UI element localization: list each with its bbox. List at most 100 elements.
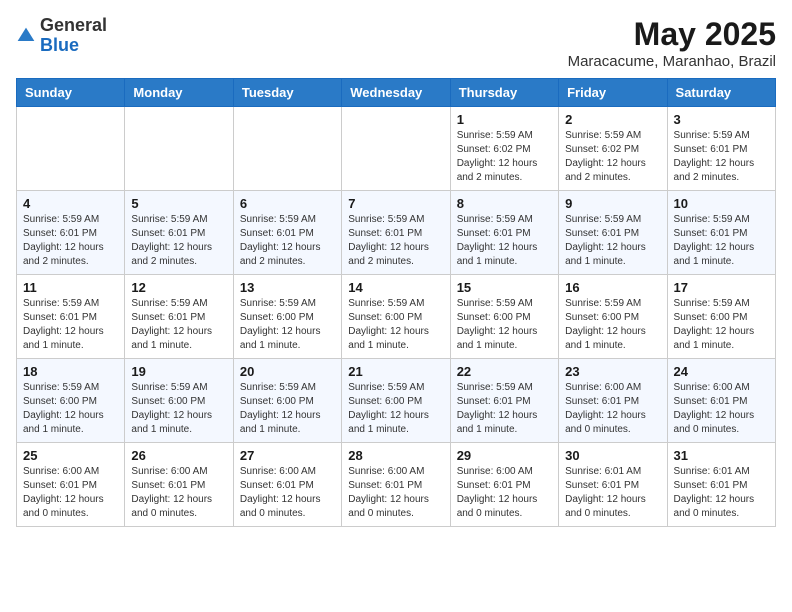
day-info: Sunrise: 5:59 AM Sunset: 6:01 PM Dayligh… — [240, 213, 335, 269]
weekday-header-saturday: Saturday — [667, 79, 775, 107]
day-info: Sunrise: 6:00 AM Sunset: 6:01 PM Dayligh… — [457, 465, 552, 521]
weekday-header-thursday: Thursday — [450, 79, 558, 107]
calendar-cell: 20 Sunrise: 5:59 AM Sunset: 6:00 PM Dayli… — [233, 359, 341, 443]
calendar-cell: 6 Sunrise: 5:59 AM Sunset: 6:01 PM Daylig… — [233, 191, 341, 275]
day-number: 29 — [457, 448, 552, 463]
day-number: 28 — [348, 448, 443, 463]
calendar-cell: 3Sunrise: 5:59 AM Sunset: 6:01 PM Daylig… — [667, 107, 775, 191]
calendar-table: SundayMondayTuesdayWednesdayThursdayFrid… — [16, 78, 776, 527]
calendar-cell: 25Sunrise: 6:00 AM Sunset: 6:01 PM Dayli… — [17, 443, 125, 527]
day-number: 11 — [23, 280, 118, 295]
calendar-cell: 2 Sunrise: 5:59 AM Sunset: 6:02 PM Daylig… — [559, 107, 667, 191]
calendar-cell — [342, 107, 450, 191]
week-row-5: 25Sunrise: 6:00 AM Sunset: 6:01 PM Dayli… — [17, 443, 776, 527]
day-info: Sunrise: 5:59 AM Sunset: 6:01 PM Dayligh… — [348, 213, 443, 269]
day-info: Sunrise: 5:59 AM Sunset: 6:00 PM Dayligh… — [131, 381, 226, 437]
day-number: 9 — [565, 196, 660, 211]
calendar-cell: 24Sunrise: 6:00 AM Sunset: 6:01 PM Dayli… — [667, 359, 775, 443]
calendar-cell: 22 Sunrise: 5:59 AM Sunset: 6:01 PM Dayli… — [450, 359, 558, 443]
calendar-cell: 9 Sunrise: 5:59 AM Sunset: 6:01 PM Daylig… — [559, 191, 667, 275]
calendar-cell: 1Sunrise: 5:59 AM Sunset: 6:02 PM Daylig… — [450, 107, 558, 191]
logo-general: General — [40, 15, 107, 35]
day-info: Sunrise: 6:00 AM Sunset: 6:01 PM Dayligh… — [23, 465, 118, 521]
day-number: 10 — [674, 196, 769, 211]
week-row-3: 11 Sunrise: 5:59 AM Sunset: 6:01 PM Dayli… — [17, 275, 776, 359]
day-number: 22 — [457, 364, 552, 379]
day-number: 21 — [348, 364, 443, 379]
calendar-cell: 14 Sunrise: 5:59 AM Sunset: 6:00 PM Dayli… — [342, 275, 450, 359]
day-info: Sunrise: 5:59 AM Sunset: 6:01 PM Dayligh… — [565, 213, 660, 269]
logo: General Blue — [16, 16, 107, 56]
title-block: May 2025 Maracacume, Maranhao, Brazil — [568, 16, 776, 70]
calendar-cell: 10 Sunrise: 5:59 AM Sunset: 6:01 PM Dayli… — [667, 191, 775, 275]
location: Maracacume, Maranhao, Brazil — [568, 53, 776, 70]
day-info: Sunrise: 5:59 AM Sunset: 6:01 PM Dayligh… — [23, 297, 118, 353]
calendar-cell: 19Sunrise: 5:59 AM Sunset: 6:00 PM Dayli… — [125, 359, 233, 443]
day-info: Sunrise: 5:59 AM Sunset: 6:00 PM Dayligh… — [23, 381, 118, 437]
calendar-cell: 27 Sunrise: 6:00 AM Sunset: 6:01 PM Dayli… — [233, 443, 341, 527]
logo-text: General Blue — [40, 16, 107, 56]
day-info: Sunrise: 5:59 AM Sunset: 6:01 PM Dayligh… — [674, 213, 769, 269]
day-number: 14 — [348, 280, 443, 295]
calendar-cell: 12Sunrise: 5:59 AM Sunset: 6:01 PM Dayli… — [125, 275, 233, 359]
weekday-header-tuesday: Tuesday — [233, 79, 341, 107]
day-info: Sunrise: 5:59 AM Sunset: 6:01 PM Dayligh… — [131, 213, 226, 269]
page-header: General Blue May 2025 Maracacume, Maranh… — [16, 16, 776, 70]
day-number: 20 — [240, 364, 335, 379]
calendar-cell: 16Sunrise: 5:59 AM Sunset: 6:00 PM Dayli… — [559, 275, 667, 359]
calendar-cell: 29 Sunrise: 6:00 AM Sunset: 6:01 PM Dayli… — [450, 443, 558, 527]
day-number: 13 — [240, 280, 335, 295]
day-number: 6 — [240, 196, 335, 211]
day-number: 18 — [23, 364, 118, 379]
calendar-cell: 7 Sunrise: 5:59 AM Sunset: 6:01 PM Daylig… — [342, 191, 450, 275]
day-number: 27 — [240, 448, 335, 463]
calendar-cell: 13 Sunrise: 5:59 AM Sunset: 6:00 PM Dayli… — [233, 275, 341, 359]
calendar-cell: 28Sunrise: 6:00 AM Sunset: 6:01 PM Dayli… — [342, 443, 450, 527]
calendar-cell: 8Sunrise: 5:59 AM Sunset: 6:01 PM Daylig… — [450, 191, 558, 275]
day-info: Sunrise: 5:59 AM Sunset: 6:01 PM Dayligh… — [457, 381, 552, 437]
calendar-cell: 15 Sunrise: 5:59 AM Sunset: 6:00 PM Dayli… — [450, 275, 558, 359]
calendar-cell: 30 Sunrise: 6:01 AM Sunset: 6:01 PM Dayli… — [559, 443, 667, 527]
calendar-cell: 17 Sunrise: 5:59 AM Sunset: 6:00 PM Dayli… — [667, 275, 775, 359]
calendar-cell: 11 Sunrise: 5:59 AM Sunset: 6:01 PM Dayli… — [17, 275, 125, 359]
calendar-cell — [125, 107, 233, 191]
day-number: 7 — [348, 196, 443, 211]
day-info: Sunrise: 5:59 AM Sunset: 6:00 PM Dayligh… — [674, 297, 769, 353]
day-info: Sunrise: 5:59 AM Sunset: 6:01 PM Dayligh… — [23, 213, 118, 269]
weekday-header-sunday: Sunday — [17, 79, 125, 107]
calendar-cell: 31 Sunrise: 6:01 AM Sunset: 6:01 PM Dayli… — [667, 443, 775, 527]
logo-icon — [16, 26, 36, 46]
day-number: 30 — [565, 448, 660, 463]
day-number: 1 — [457, 112, 552, 127]
day-info: Sunrise: 6:00 AM Sunset: 6:01 PM Dayligh… — [565, 381, 660, 437]
weekday-header-row: SundayMondayTuesdayWednesdayThursdayFrid… — [17, 79, 776, 107]
calendar-cell: 21Sunrise: 5:59 AM Sunset: 6:00 PM Dayli… — [342, 359, 450, 443]
day-info: Sunrise: 6:01 AM Sunset: 6:01 PM Dayligh… — [674, 465, 769, 521]
day-info: Sunrise: 5:59 AM Sunset: 6:00 PM Dayligh… — [457, 297, 552, 353]
day-info: Sunrise: 5:59 AM Sunset: 6:02 PM Dayligh… — [565, 129, 660, 185]
week-row-2: 4Sunrise: 5:59 AM Sunset: 6:01 PM Daylig… — [17, 191, 776, 275]
calendar-cell: 5 Sunrise: 5:59 AM Sunset: 6:01 PM Daylig… — [125, 191, 233, 275]
calendar-cell: 26Sunrise: 6:00 AM Sunset: 6:01 PM Dayli… — [125, 443, 233, 527]
calendar-cell: 23Sunrise: 6:00 AM Sunset: 6:01 PM Dayli… — [559, 359, 667, 443]
calendar-cell: 18 Sunrise: 5:59 AM Sunset: 6:00 PM Dayli… — [17, 359, 125, 443]
week-row-4: 18 Sunrise: 5:59 AM Sunset: 6:00 PM Dayli… — [17, 359, 776, 443]
day-info: Sunrise: 5:59 AM Sunset: 6:00 PM Dayligh… — [240, 381, 335, 437]
day-number: 31 — [674, 448, 769, 463]
day-number: 8 — [457, 196, 552, 211]
day-number: 3 — [674, 112, 769, 127]
day-number: 5 — [131, 196, 226, 211]
day-number: 17 — [674, 280, 769, 295]
day-info: Sunrise: 6:01 AM Sunset: 6:01 PM Dayligh… — [565, 465, 660, 521]
day-number: 24 — [674, 364, 769, 379]
day-info: Sunrise: 6:00 AM Sunset: 6:01 PM Dayligh… — [240, 465, 335, 521]
day-info: Sunrise: 5:59 AM Sunset: 6:01 PM Dayligh… — [131, 297, 226, 353]
day-info: Sunrise: 5:59 AM Sunset: 6:00 PM Dayligh… — [240, 297, 335, 353]
day-number: 15 — [457, 280, 552, 295]
logo-blue: Blue — [40, 35, 79, 55]
day-info: Sunrise: 5:59 AM Sunset: 6:00 PM Dayligh… — [565, 297, 660, 353]
day-info: Sunrise: 5:59 AM Sunset: 6:00 PM Dayligh… — [348, 297, 443, 353]
day-number: 2 — [565, 112, 660, 127]
weekday-header-monday: Monday — [125, 79, 233, 107]
weekday-header-wednesday: Wednesday — [342, 79, 450, 107]
